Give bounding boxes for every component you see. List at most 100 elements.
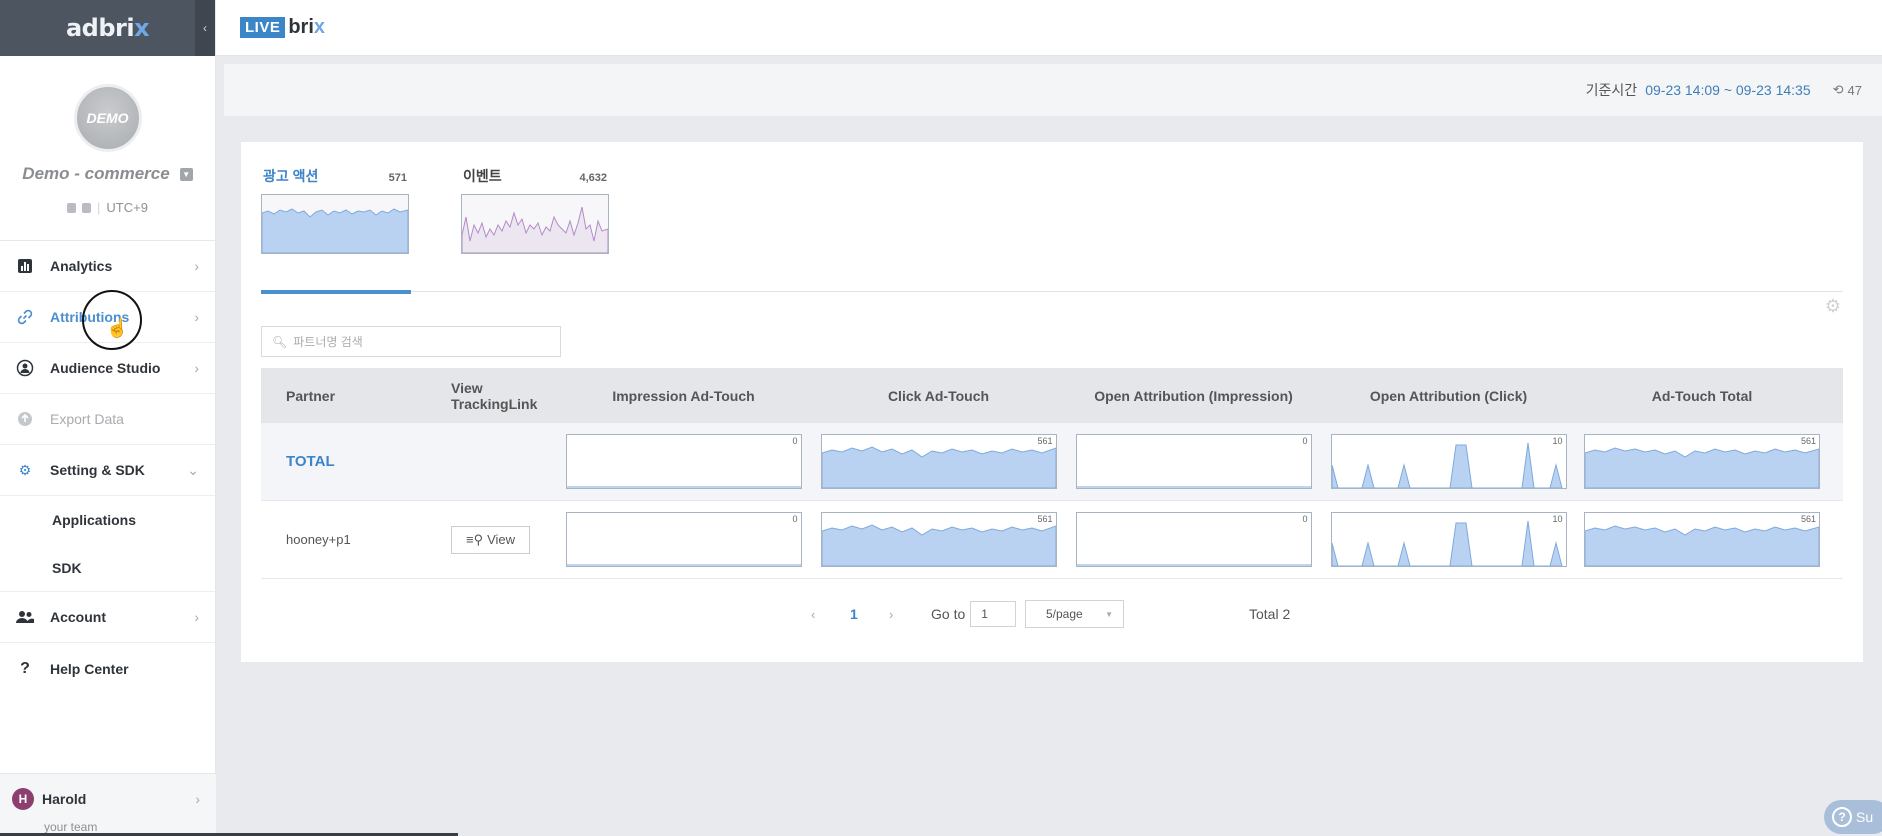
nav-analytics[interactable]: Analytics ›	[0, 241, 215, 292]
main-card: 광고 액션 571 이벤트 4,632 ⚙ 🔍︎ 파트너명 검색 Partner…	[241, 142, 1863, 662]
app-profile: DEMO Demo - commerce ▼ | UTC+9	[0, 56, 215, 241]
android-icon	[67, 202, 77, 213]
open-click-sparkline: 10	[1330, 434, 1567, 489]
nav-attributions[interactable]: Attributions ›	[0, 292, 215, 343]
brix-text: brix	[288, 16, 326, 38]
chevron-down-icon: ⌄	[187, 461, 199, 478]
header-partner[interactable]: Partner	[261, 388, 426, 404]
tab-event[interactable]: 이벤트 4,632	[461, 162, 609, 292]
user-avatar: H	[12, 788, 34, 810]
gear-icon: ⚙	[18, 461, 32, 478]
header-impression[interactable]: Impression Ad-Touch	[556, 388, 811, 404]
open-impression-sparkline: 0	[1075, 512, 1312, 567]
user-name: Harold	[42, 791, 87, 807]
ad-action-sparkline	[261, 194, 409, 254]
adbrix-logo[interactable]: adbrix ‹	[0, 0, 215, 56]
chevron-right-icon: ›	[194, 360, 199, 376]
nav-help-center-label: Help Center	[50, 660, 129, 677]
table-settings-gear-icon[interactable]: ⚙	[1825, 296, 1841, 317]
refresh-counter[interactable]: ⟲ 47	[1833, 82, 1862, 98]
header-open-click[interactable]: Open Attribution (Click)	[1321, 388, 1576, 404]
page-size-select[interactable]: 5/page ▼	[1025, 600, 1124, 628]
header-open-impression[interactable]: Open Attribution (Impression)	[1066, 388, 1321, 404]
total-count: Total 2	[1249, 606, 1291, 622]
ad-touch-total-sparkline: 561	[1584, 434, 1820, 489]
table-row: hooney+p1 ≡⚲ View 0 561 0 10 561	[261, 501, 1843, 579]
app-selector[interactable]: Demo - commerce ▼	[0, 164, 215, 184]
tracking-link-icon: ≡⚲	[466, 531, 484, 547]
nav-account-label: Account	[50, 609, 106, 625]
tab-event-count: 4,632	[579, 172, 607, 184]
nav-account[interactable]: Account ›	[0, 592, 215, 643]
app-meta: | UTC+9	[0, 200, 215, 215]
logo-text: adbrix	[65, 14, 150, 42]
time-range-bar: 기준시간 09-23 14:09 ~ 09-23 14:35 ⟲ 47	[224, 64, 1882, 116]
tab-ad-action-count: 571	[388, 172, 407, 184]
header-click[interactable]: Click Ad-Touch	[811, 388, 1066, 404]
event-sparkline	[461, 194, 609, 254]
collapse-sidebar-button[interactable]: ‹	[195, 0, 215, 56]
nav-export-data-label: Export Data	[50, 411, 124, 427]
open-click-sparkline: 10	[1330, 512, 1567, 567]
impression-sparkline: 0	[565, 434, 802, 489]
next-page-button[interactable]: ›	[889, 607, 893, 622]
top-bar: LIVE brix	[216, 0, 1882, 56]
nav-analytics-label: Analytics	[50, 258, 113, 274]
nav-export-data[interactable]: Export Data	[0, 394, 215, 445]
support-button[interactable]: ? Su	[1824, 800, 1882, 834]
partner-search-input[interactable]	[293, 334, 544, 349]
app-avatar: DEMO	[73, 84, 142, 152]
goto-label: Go to	[931, 606, 966, 622]
table-row-total: TOTAL 0 561 0 10 561	[261, 423, 1843, 501]
impression-sparkline: 0	[565, 512, 802, 567]
nav-setting-sdk-label: Setting & SDK	[50, 462, 145, 478]
nav-applications[interactable]: Applications	[0, 496, 215, 544]
tab-ad-action[interactable]: 광고 액션 571	[261, 162, 411, 294]
livebrix-logo[interactable]: LIVE brix	[240, 16, 325, 39]
audience-icon	[16, 359, 34, 377]
table-header: Partner View TrackingLink Impression Ad-…	[261, 368, 1843, 423]
time-label: 기준시간	[1585, 82, 1638, 98]
chevron-right-icon: ›	[194, 309, 199, 325]
prev-page-button[interactable]: ‹	[811, 607, 815, 622]
partner-search[interactable]: 🔍︎	[261, 326, 561, 357]
click-sparkline: 561	[820, 434, 1057, 489]
page-number-1[interactable]: 1	[850, 606, 858, 622]
app-dropdown-icon[interactable]: ▼	[179, 167, 193, 181]
header-ad-touch-total[interactable]: Ad-Touch Total	[1576, 388, 1828, 404]
goto-page-input[interactable]	[970, 601, 1017, 627]
time-range: 09-23 14:09 ~ 09-23 14:35	[1645, 82, 1811, 98]
goto-page: Go to	[931, 601, 1017, 627]
apple-icon	[82, 202, 92, 213]
app-name: Demo - commerce	[22, 164, 170, 183]
user-menu[interactable]: H Harold › your team	[0, 773, 216, 836]
nav-setting-sdk[interactable]: ⚙ Setting & SDK ⌄	[0, 445, 215, 496]
chevron-right-icon: ›	[195, 791, 200, 807]
click-sparkline: 561	[820, 512, 1057, 567]
nav-attributions-label: Attributions	[50, 309, 130, 325]
chevron-right-icon: ›	[194, 258, 199, 274]
view-tracking-button[interactable]: ≡⚲ View	[451, 525, 531, 554]
nav-help-center[interactable]: ? Help Center	[0, 643, 215, 694]
chevron-down-icon: ▼	[1105, 609, 1113, 619]
pagination: ‹ 1 › Go to 5/page ▼ Total 2	[241, 600, 1863, 628]
live-badge: LIVE	[240, 17, 286, 38]
users-icon	[16, 608, 34, 626]
active-tab-indicator	[261, 290, 411, 294]
question-icon: ?	[20, 659, 30, 677]
metric-tabs: 광고 액션 571 이벤트 4,632	[261, 162, 1843, 294]
nav-sdk[interactable]: SDK	[0, 544, 215, 592]
total-label: TOTAL	[286, 452, 335, 470]
partner-table: Partner View TrackingLink Impression Ad-…	[261, 368, 1843, 579]
sidebar: adbrix ‹ DEMO Demo - commerce ▼ | UTC+9 …	[0, 0, 216, 836]
timezone-label: UTC+9	[106, 200, 148, 215]
header-view-tracking: View TrackingLink	[451, 379, 538, 412]
ad-touch-total-sparkline: 561	[1584, 512, 1820, 567]
history-icon: ⟲	[1832, 82, 1844, 97]
search-icon: 🔍︎	[272, 334, 288, 349]
nav-audience-studio[interactable]: Audience Studio ›	[0, 343, 215, 394]
export-icon	[16, 410, 34, 428]
partner-name: hooney+p1	[286, 531, 351, 547]
help-icon: ?	[1832, 807, 1852, 827]
chevron-right-icon: ›	[194, 609, 199, 625]
